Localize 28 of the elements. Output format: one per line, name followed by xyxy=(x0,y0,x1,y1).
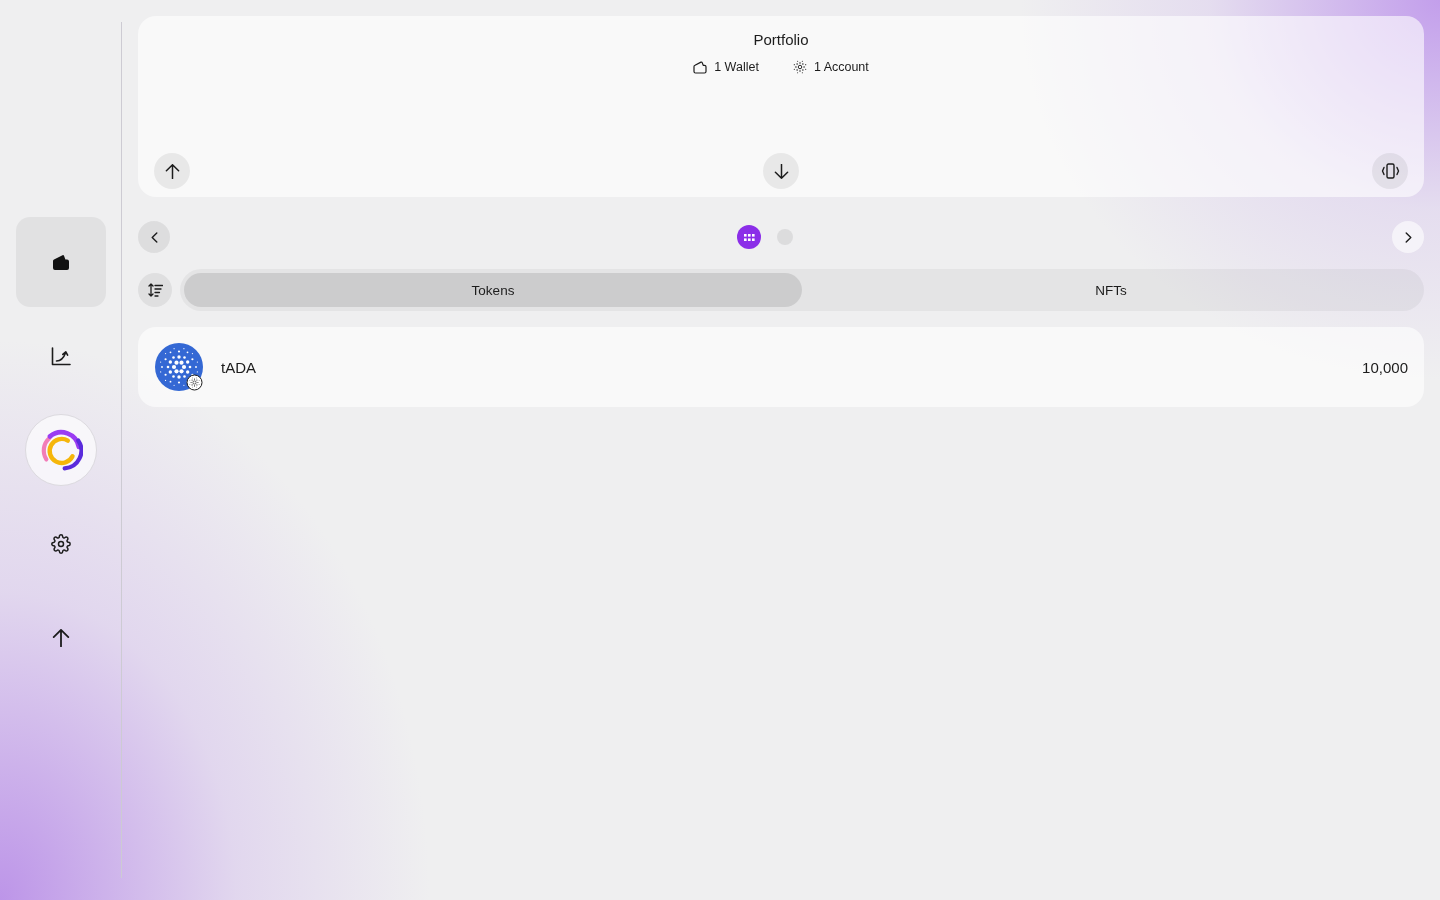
token-amount: 10,000 xyxy=(1362,358,1408,376)
wallet-icon xyxy=(51,253,70,271)
arrow-up-button[interactable] xyxy=(154,153,190,189)
arrow-up-icon xyxy=(51,629,70,647)
dotted-sun-icon xyxy=(792,60,807,74)
arrow-down-icon xyxy=(773,163,789,179)
vibrate-button[interactable] xyxy=(1372,153,1408,189)
token-name: tADA xyxy=(221,358,256,376)
tab[interactable]: NFTs xyxy=(802,273,1420,307)
token-row[interactable]: tADA 10,000 xyxy=(138,327,1424,407)
sort-button[interactable] xyxy=(138,273,172,307)
wallet-nav-button[interactable] xyxy=(15,217,106,307)
settings-icon xyxy=(50,534,71,554)
arrow-down-button[interactable] xyxy=(763,153,799,189)
wallet-outline-icon xyxy=(693,60,708,74)
phone-vibrate-icon xyxy=(1380,163,1400,179)
page-title: Portfolio xyxy=(752,30,810,50)
sort-icon xyxy=(147,283,163,297)
tab[interactable]: Tokens xyxy=(184,273,802,307)
page-indicator[interactable] xyxy=(737,225,761,249)
token-logo-icon xyxy=(155,343,203,391)
stat-label: 1 Account xyxy=(813,59,869,75)
arrow-up-icon xyxy=(164,163,180,179)
grid-dots-icon xyxy=(743,233,755,241)
chevron-left-icon xyxy=(150,231,158,243)
stat-label: 1 Wallet xyxy=(714,59,759,75)
chevron-right-icon xyxy=(1404,231,1412,243)
chart-up-icon xyxy=(50,346,71,366)
